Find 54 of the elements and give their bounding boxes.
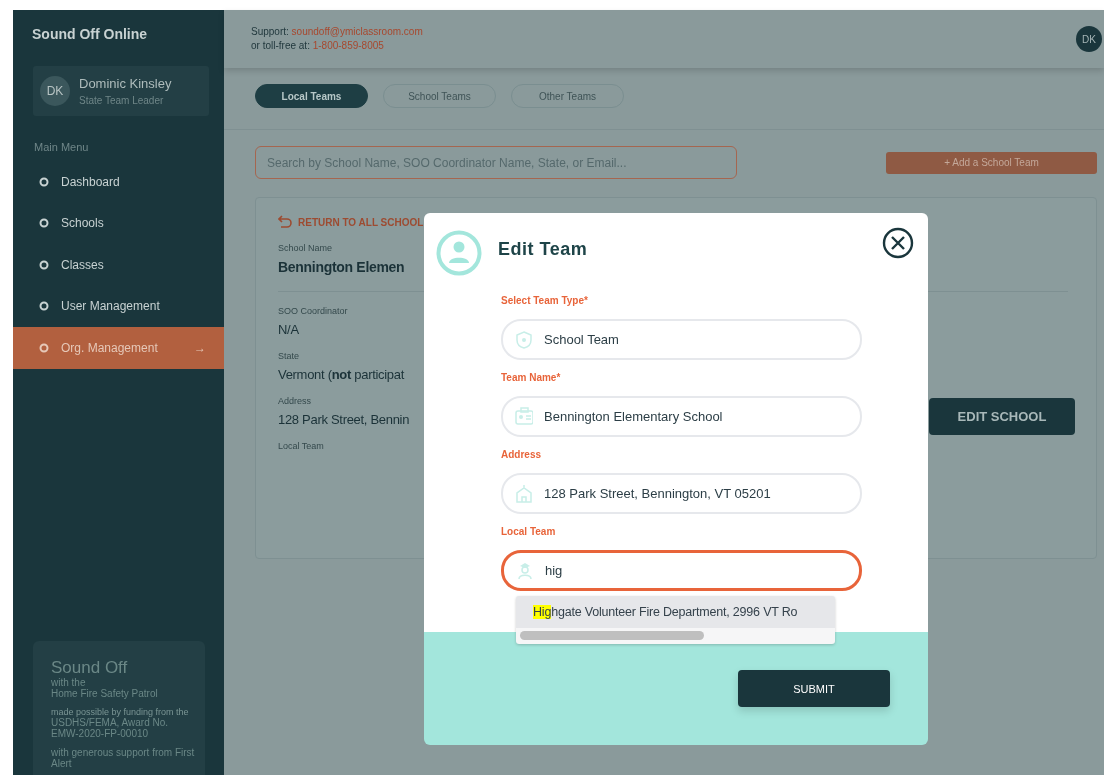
field-value: N/A: [278, 322, 300, 337]
footer-text: USDHS/FEMA, Award No. EMW-2020-FP-00010: [51, 717, 170, 739]
tab[interactable]: Local Teams: [255, 84, 368, 108]
footer-text: made possible by funding from the: [51, 707, 190, 717]
footer-title: Sound Off: [51, 659, 129, 677]
suggestion-item[interactable]: Highgate Volunteer Fire Department, 2996 VT Ro: [516, 596, 835, 628]
field-label: SOO Coordinator: [278, 306, 349, 316]
user-avatar: DK: [40, 76, 70, 106]
shield-icon: [515, 330, 533, 349]
building-icon: [515, 484, 533, 503]
circle-icon: [39, 176, 49, 187]
field-label: Address: [278, 396, 313, 406]
user-role: State Team Leader: [79, 95, 165, 106]
arrow-icon: →: [194, 340, 206, 355]
circle-icon: [39, 218, 49, 229]
circle-icon: [39, 259, 49, 270]
person-icon: [436, 230, 482, 276]
submit-button[interactable]: SUBMIT: [738, 670, 890, 707]
field-value: Vermont (not participat: [278, 367, 406, 382]
field-label: Select Team Type*: [501, 295, 589, 308]
field-value: Bennington Elemen: [278, 259, 406, 275]
scrollbar-thumb[interactable]: [520, 631, 704, 640]
field-label: School Name: [278, 243, 334, 253]
field-label: State: [278, 351, 300, 361]
person-icon: [516, 561, 534, 580]
id-card-icon: [515, 407, 533, 426]
close-icon[interactable]: [882, 227, 914, 259]
user-name: Dominic Kinsley: [79, 76, 172, 91]
field-label: Team Name*: [501, 372, 562, 385]
menu-item[interactable]: Classes: [13, 244, 224, 286]
circle-icon: [39, 342, 49, 353]
menu-item[interactable]: Dashboard: [13, 161, 224, 203]
user-avatar[interactable]: DK: [1076, 26, 1102, 52]
circle-icon: [39, 301, 49, 312]
input-field[interactable]: Bennington Elementary School: [501, 396, 862, 437]
footer-text: with generous support from First Alert: [51, 747, 196, 769]
menu-item[interactable]: Schools: [13, 202, 224, 244]
input-field[interactable]: hig: [501, 550, 862, 591]
field-value: 128 Park Street, Bennin: [278, 412, 411, 427]
field-label: Local Team: [278, 441, 325, 451]
field-label: Local Team: [501, 526, 557, 539]
field-label: Address: [501, 449, 542, 462]
input-field[interactable]: School Team: [501, 319, 862, 360]
app-title: Sound Off Online: [31, 25, 149, 44]
menu-heading: Main Menu: [33, 140, 90, 155]
return-icon: [278, 215, 292, 229]
footer-text: Home Fire Safety Patrol: [51, 688, 159, 699]
support-text: or toll-free at: 1-800-859-8005: [251, 39, 385, 53]
menu-item[interactable]: User Management: [13, 285, 224, 327]
edit-school-button[interactable]: EDIT SCHOOL: [929, 398, 1075, 435]
support-text: Support: soundoff@ymiclassroom.com: [251, 25, 423, 39]
modal-title: Edit Team: [498, 238, 588, 260]
footer-text: with the: [51, 677, 87, 688]
input-field[interactable]: 128 Park Street, Bennington, VT 05201: [501, 473, 862, 514]
